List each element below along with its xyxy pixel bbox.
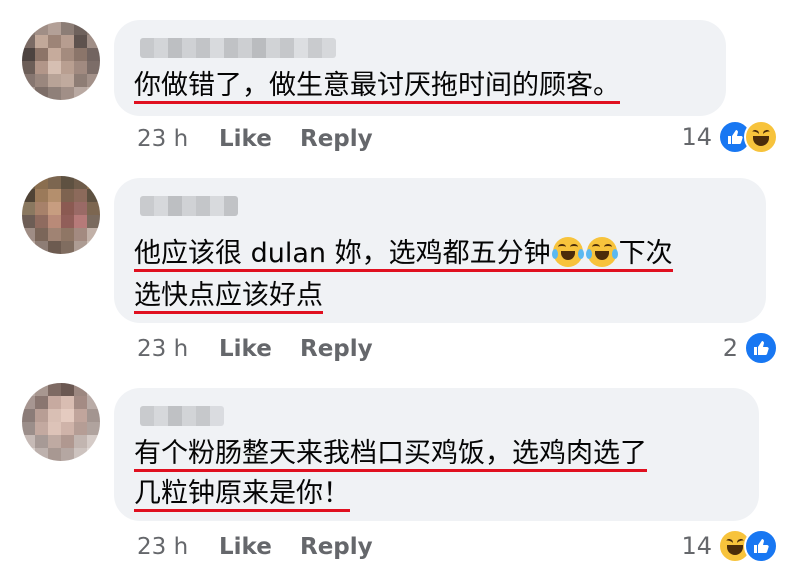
reaction-summary[interactable]: 14 <box>681 529 778 563</box>
comment-text-line-2: 几粒钟原来是你！ <box>134 478 350 512</box>
avatar[interactable] <box>22 383 100 461</box>
blurred-author-name[interactable] <box>140 406 224 426</box>
comment-text-line-1: 有个粉肠整天来我档口买鸡饭，选鸡肉选了 <box>134 438 647 472</box>
comment-3: 有个粉肠整天来我档口买鸡饭，选鸡肉选了 几粒钟原来是你！ 23 h Like R… <box>0 0 800 569</box>
reaction-count: 14 <box>681 532 712 560</box>
like-button[interactable]: Like <box>219 534 272 560</box>
reply-button[interactable]: Reply <box>300 534 373 560</box>
comment-text: 有个粉肠整天来我档口买鸡饭，选鸡肉选了 几粒钟原来是你！ <box>134 434 647 514</box>
like-icon <box>744 529 778 563</box>
comment-bubble: 有个粉肠整天来我档口买鸡饭，选鸡肉选了 几粒钟原来是你！ <box>114 388 759 521</box>
timestamp[interactable]: 23 h <box>137 534 188 560</box>
